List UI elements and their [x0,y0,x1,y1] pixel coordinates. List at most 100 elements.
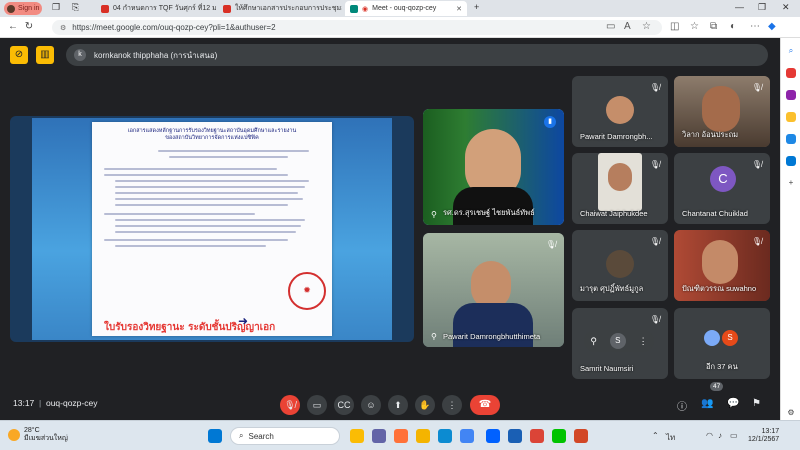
tab-actions-icon[interactable]: ⎘ [72,2,79,13]
leave-call-button[interactable]: ☎ [470,395,500,415]
tab-tqf-schedule[interactable]: 04 กำหนดการ TQF วันศุกร์ ที่12 ม.ค. ✕ [96,1,216,16]
pdf-icon [101,4,109,13]
muted-mic-icon: 🎙︎̸ [649,237,660,246]
workspaces-icon[interactable]: ❐ [52,2,60,13]
split-screen-icon[interactable]: ◫ [670,21,679,32]
firefox-icon[interactable] [394,429,408,443]
teams-icon[interactable] [372,429,386,443]
present-button[interactable]: ⬆ [388,395,408,415]
games-icon[interactable] [786,112,796,122]
profile-sign-in-button[interactable]: Sign in [4,2,42,15]
shopping-icon[interactable] [786,68,796,78]
file-explorer-icon[interactable] [416,429,430,443]
tray-chevron-icon[interactable]: ⌃ [652,431,659,440]
outlook-icon[interactable] [786,156,796,166]
pin-icon[interactable]: ⚲ [431,210,437,219]
pin-icon[interactable]: ⚲ [431,332,437,341]
tile-name: Samrit Naumsiri [580,364,634,373]
word-icon[interactable] [508,429,522,443]
pdf-icon [223,4,231,13]
app-icon[interactable] [350,429,364,443]
start-icon[interactable] [208,429,222,443]
presenter-name: kornkanok thipphaha (การนำเสนอ) [94,50,218,60]
collections-icon[interactable]: ⧉ [710,21,717,32]
camera-button[interactable]: ▭ [307,395,327,415]
line-icon[interactable] [552,429,566,443]
volume-icon[interactable]: ♪ [718,431,722,440]
tile-samrit[interactable]: ⚲ S ⋮ 🎙︎̸ Samrit Naumsiri [572,308,668,379]
bookmark-icon[interactable]: ☆ [642,21,651,32]
favorites-icon[interactable]: ☆ [690,21,699,32]
dropbox-icon[interactable] [486,429,500,443]
more-options-button[interactable]: ⋮ [442,395,462,415]
meet-icon [350,4,358,13]
captions-button[interactable]: CC [334,395,354,415]
emoji-button[interactable]: ☺ [361,395,381,415]
tile-chantanat[interactable]: C 🎙︎̸ Chantanat Chuiklad [674,153,770,224]
more-icon[interactable]: ⋯ [750,21,760,32]
tile-hover-controls: ⚲ S ⋮ [584,330,654,352]
back-icon[interactable]: ← [6,20,20,34]
muted-mic-icon: 🎙︎̸ [649,83,660,92]
battery-icon[interactable]: ▭ [730,431,738,440]
search-icon[interactable]: ⌕ [786,46,796,56]
copilot-icon[interactable]: ◆ [768,21,776,32]
chrome-icon[interactable] [460,429,474,443]
muted-mic-icon: 🎙︎̸ [545,240,556,249]
tile-pawarit-large[interactable]: 🎙︎̸ ⚲ Pawarit Damrongbhutthimeta [423,233,564,347]
doc-heading-2: ของสถาบันวิทยาการจัดการแห่งแปซิฟิค [165,135,259,141]
taskbar-clock[interactable]: 13:17 12/1/2567 [748,428,779,444]
tile-panthit[interactable]: 🎙︎̸ ปัณฑิตวรรณ suwahno [674,230,770,301]
tile-name: มารุต ศุปฏิ์พัทธ์มูกูล [580,284,644,293]
tile-pawarit-small[interactable]: 🎙︎̸ Pawarit Damrongbh... [572,76,668,147]
search-icon: ⌕ [239,431,244,440]
settings-icon[interactable]: ⚙ [786,408,796,418]
muted-mic-icon: 🎙︎̸ [649,315,660,324]
pin-icon[interactable]: ⚲ [590,336,597,347]
wifi-icon[interactable]: ◠ [706,431,713,440]
muted-mic-icon: 🎙︎̸ [751,160,762,169]
profile-icon[interactable]: ◐ [730,21,736,32]
more-options-icon[interactable]: ⋮ [639,336,648,347]
zoom-icon[interactable]: A [624,21,631,32]
powerpoint-icon[interactable] [574,429,588,443]
tab-meeting-docs[interactable]: ให้ศึกษาเอกสารประกอบการประชุมอนุกรร ✕ [218,1,342,16]
tile-marut[interactable]: 🎙︎̸ มารุต ศุปฏิ์พัทธ์มูกูล [572,230,668,301]
layout-icon[interactable]: ▥ [36,46,54,64]
raise-hand-button[interactable]: ✋ [415,395,435,415]
tools-icon[interactable] [786,90,796,100]
chat-icon[interactable]: 💬 [727,398,739,409]
stop-presenting-icon[interactable]: ⊘ [10,46,28,64]
muted-mic-icon: 🎙︎̸ [751,237,762,246]
browser-tab-bar: Sign in ❐ ⎘ 04 กำหนดการ TQF วันศุกร์ ที่… [0,0,800,17]
shared-screen[interactable]: เอกสารแสดงหลักฐานการรับรองวิทยฐานะสถาบัน… [10,116,414,342]
close-window-icon[interactable]: ✕ [782,2,790,13]
tile-wilak[interactable]: 🎙︎̸ วิลาก อ้อนประถม [674,76,770,147]
tile-name: รศ.ดร.สุรเชษฐ์ ไชยพันธ์ทัพธ์ [443,208,535,217]
chrome-icon[interactable] [530,429,544,443]
office-icon[interactable] [786,134,796,144]
activities-icon[interactable]: ⚑ [752,398,761,409]
tile-others[interactable]: S อีก 37 คน [674,308,770,379]
tile-chaiwat[interactable]: 🎙︎̸ Chaiwat Jaiphukdee [572,153,668,224]
info-icon[interactable]: ⓘ [677,398,687,413]
edge-icon[interactable] [438,429,452,443]
minimize-icon[interactable]: — [735,2,744,12]
mic-off-button[interactable]: 🎙︎̸ [280,395,300,415]
site-info-icon[interactable]: ⚙ [60,24,66,32]
tab-meet[interactable]: ◉ Meet - ouq-qozp-cey ✕ [345,1,467,16]
weather-widget[interactable]: 28°C มีเมฆส่วนใหญ่ [8,427,68,443]
camera-permission-icon[interactable]: ▭ [606,21,615,32]
maximize-icon[interactable]: ❐ [758,2,766,13]
people-icon[interactable]: 👥 [701,398,713,409]
close-tab-icon[interactable]: ✕ [456,5,462,13]
tile-main-speaker[interactable]: ▮ ⚲ รศ.ดร.สุรเชษฐ์ ไชยพันธ์ทัพธ์ [423,109,564,225]
weather-icon [8,429,20,441]
address-bar[interactable]: ⚙ https://meet.google.com/ouq-qozp-cey?p… [52,20,662,35]
tile-name: Pawarit Damrongbhutthimeta [443,332,541,341]
taskbar-search[interactable]: ⌕ Search [230,427,340,445]
language-icon[interactable]: ไท [666,431,675,444]
add-icon[interactable]: + [786,178,796,188]
new-tab-button[interactable]: + [474,2,479,12]
reload-icon[interactable]: ↻ [22,20,36,34]
